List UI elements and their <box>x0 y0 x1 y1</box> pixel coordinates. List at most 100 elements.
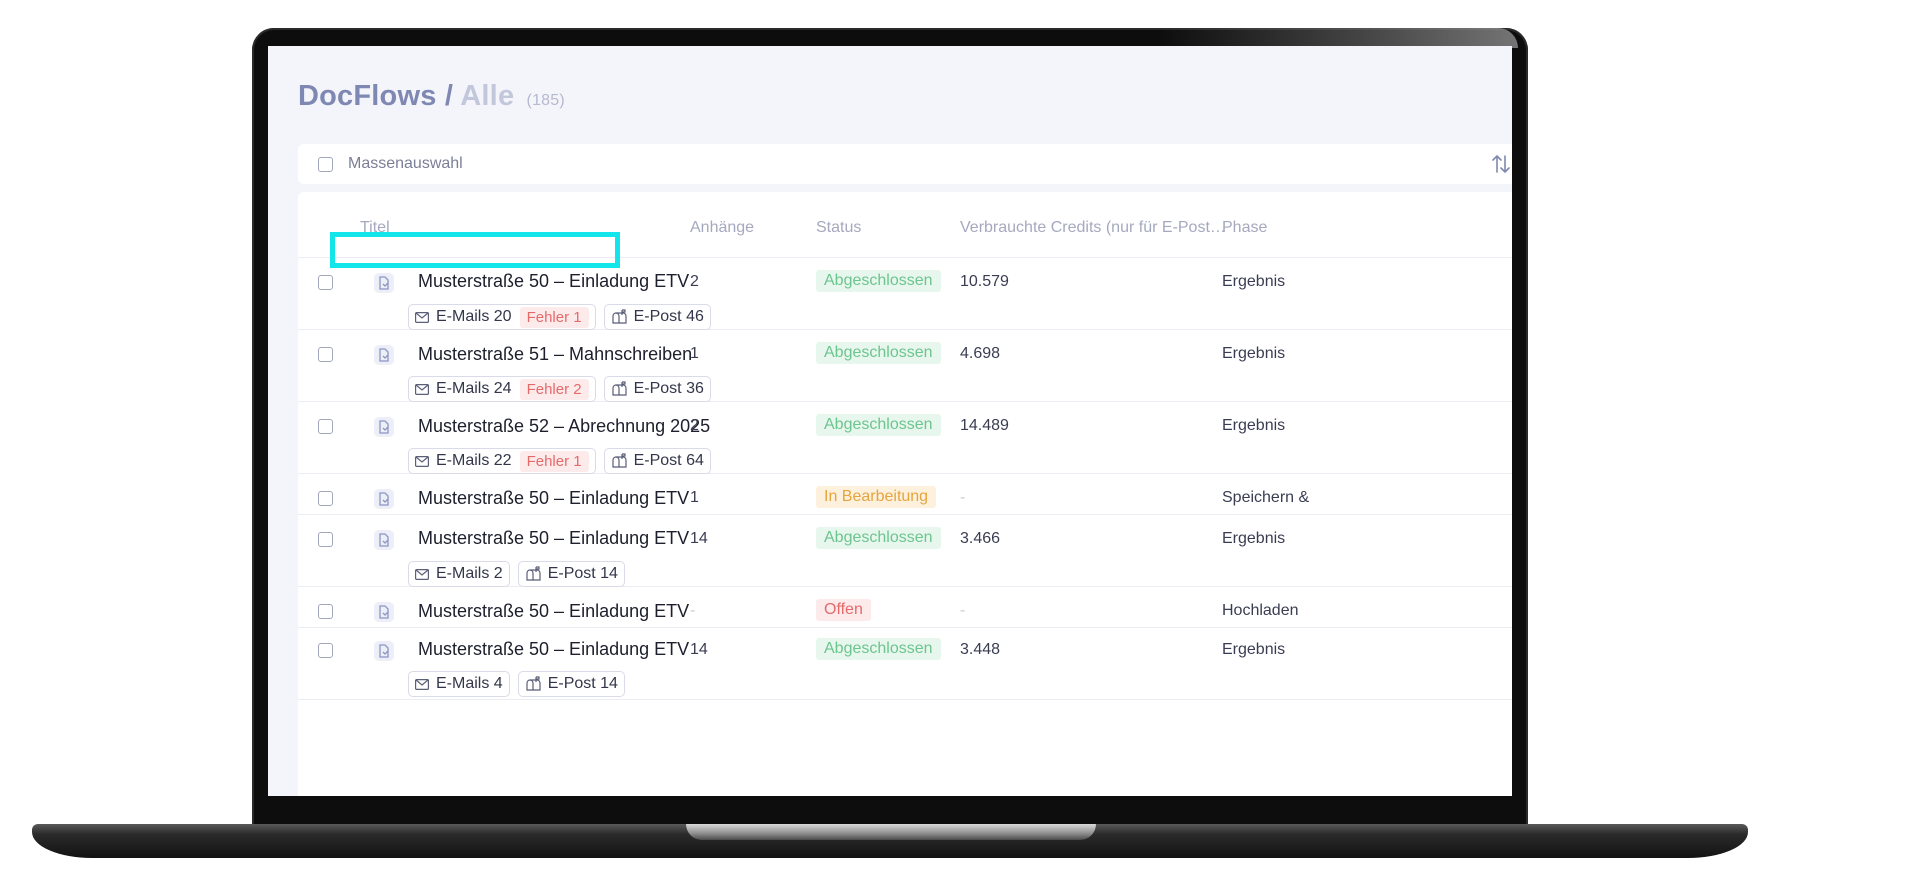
email-count: E-Mails 4 <box>436 675 503 692</box>
status-badge: In Bearbeitung <box>816 486 937 508</box>
status-badge: Abgeschlossen <box>816 342 941 364</box>
page-title: DocFlows / Alle (185) <box>298 80 565 113</box>
row-title[interactable]: Musterstraße 50 – Einladung ETV <box>418 488 689 509</box>
row-checkbox[interactable] <box>318 347 333 362</box>
email-chip[interactable]: E-Mails 20 Fehler 1 <box>408 304 596 330</box>
status-badge: Abgeschlossen <box>816 414 941 436</box>
epost-chip[interactable]: E-Post 46 <box>603 304 711 330</box>
status-badge: Abgeschlossen <box>816 638 941 660</box>
row-title[interactable]: Musterstraße 50 – Einladung ETV <box>418 639 689 660</box>
column-header-credits[interactable]: Verbrauchte Credits (nur für E-Post… <box>960 219 1226 237</box>
mass-select-label: Massenauswahl <box>348 155 463 172</box>
doc-flow-icon <box>374 641 394 661</box>
breadcrumb-docflows[interactable]: DocFlows <box>298 80 437 112</box>
row-chips: E-Mails 4 E-Post 14 <box>408 671 625 697</box>
epost-chip[interactable]: E-Post 64 <box>603 448 711 474</box>
credits-value: 3.448 <box>960 641 1001 658</box>
credits-value: 14.489 <box>960 417 1009 434</box>
row-title[interactable]: Musterstraße 50 – Einladung ETV <box>418 271 689 292</box>
row-title[interactable]: Musterstraße 50 – Einladung ETV <box>418 528 689 549</box>
table-row[interactable]: Musterstraße 52 – Abrechnung 2025 E-Mail… <box>298 402 1512 474</box>
mailbox-icon <box>612 309 627 324</box>
epost-count: E-Post 36 <box>633 380 704 397</box>
phase-value: Speichern & <box>1222 489 1310 506</box>
mass-select-bar: Massenauswahl <box>298 144 1512 184</box>
docflow-table: Titel Anhänge Status Verbrauchte Credits… <box>298 192 1512 796</box>
attachments-count: 14 <box>690 641 708 658</box>
error-badge: Fehler 1 <box>519 306 589 328</box>
credits-value: 4.698 <box>960 345 1001 362</box>
email-count: E-Mails 20 <box>436 308 512 325</box>
row-chips: E-Mails 2 E-Post 14 <box>408 561 625 587</box>
row-checkbox[interactable] <box>318 604 333 619</box>
email-chip[interactable]: E-Mails 4 <box>408 671 510 697</box>
mass-select-checkbox[interactable] <box>318 157 333 172</box>
row-chips: E-Mails 24 Fehler 2 E-Post 36 <box>408 376 711 402</box>
column-header-phase[interactable]: Phase <box>1222 219 1267 237</box>
row-chips: E-Mails 20 Fehler 1 E-Post 46 <box>408 304 711 330</box>
row-title[interactable]: Musterstraße 50 – Einladung ETV <box>418 601 689 622</box>
epost-count: E-Post 14 <box>547 675 618 692</box>
doc-flow-icon <box>374 345 394 365</box>
error-badge: Fehler 1 <box>519 450 589 472</box>
phase-value: Ergebnis <box>1222 530 1286 547</box>
total-count: (185) <box>526 92 565 109</box>
sort-icon[interactable] <box>1490 153 1512 175</box>
row-checkbox[interactable] <box>318 532 333 547</box>
mail-icon <box>415 383 429 395</box>
epost-count: E-Post 64 <box>633 452 704 469</box>
mailbox-icon <box>612 453 627 468</box>
mailbox-icon <box>612 381 627 396</box>
status-badge: Abgeschlossen <box>816 527 941 549</box>
credits-value: 10.579 <box>960 273 1009 290</box>
column-header-status[interactable]: Status <box>816 219 861 237</box>
row-title[interactable]: Musterstraße 52 – Abrechnung 2025 <box>418 416 710 437</box>
table-row[interactable]: Musterstraße 51 – Mahnschreiben E-Mails … <box>298 330 1512 402</box>
row-chips: E-Mails 22 Fehler 1 E-Post 64 <box>408 448 711 474</box>
mail-icon <box>415 568 429 580</box>
attachments-count: 1 <box>690 489 699 506</box>
doc-flow-icon <box>374 417 394 437</box>
email-chip[interactable]: E-Mails 24 Fehler 2 <box>408 376 596 402</box>
email-chip[interactable]: E-Mails 22 Fehler 1 <box>408 448 596 474</box>
doc-flow-icon <box>374 273 394 293</box>
doc-flow-icon <box>374 530 394 550</box>
phase-value: Ergebnis <box>1222 641 1286 658</box>
doc-flow-icon <box>374 489 394 509</box>
epost-chip[interactable]: E-Post 14 <box>517 671 625 697</box>
epost-chip[interactable]: E-Post 36 <box>603 376 711 402</box>
credits-value: - <box>960 602 966 619</box>
mail-icon <box>415 678 429 690</box>
app-screen: DocFlows / Alle (185) Massenauswahl Tite… <box>268 46 1512 796</box>
breadcrumb-current-view: Alle <box>460 80 515 112</box>
table-row[interactable]: Musterstraße 50 – Einladung ETV E-Mails … <box>298 515 1512 587</box>
epost-count: E-Post 14 <box>547 565 618 582</box>
attachments-count: 14 <box>690 530 708 547</box>
table-row[interactable]: Musterstraße 50 – Einladung ETV - Offen … <box>298 587 1512 628</box>
phase-value: Hochladen <box>1222 602 1299 619</box>
status-badge: Abgeschlossen <box>816 270 941 292</box>
table-row[interactable]: Musterstraße 50 – Einladung ETV E-Mails … <box>298 628 1512 700</box>
row-checkbox[interactable] <box>318 643 333 658</box>
row-checkbox[interactable] <box>318 275 333 290</box>
epost-chip[interactable]: E-Post 14 <box>517 561 625 587</box>
row-title[interactable]: Musterstraße 51 – Mahnschreiben <box>418 344 692 365</box>
column-header-title[interactable]: Titel <box>360 219 390 237</box>
email-chip[interactable]: E-Mails 2 <box>408 561 510 587</box>
email-count: E-Mails 24 <box>436 380 512 397</box>
mailbox-icon <box>526 566 541 581</box>
attachments-count: 2 <box>690 273 699 290</box>
row-checkbox[interactable] <box>318 419 333 434</box>
table-row[interactable]: Musterstraße 50 – Einladung ETV E-Mails … <box>298 258 1512 330</box>
epost-count: E-Post 46 <box>633 308 704 325</box>
mail-icon <box>415 455 429 467</box>
attachments-count: 1 <box>690 345 699 362</box>
credits-value: - <box>960 489 966 506</box>
column-header-attachments[interactable]: Anhänge <box>690 219 754 237</box>
credits-value: 3.466 <box>960 530 1001 547</box>
status-badge: Offen <box>816 599 871 621</box>
error-badge: Fehler 2 <box>519 378 589 400</box>
row-checkbox[interactable] <box>318 491 333 506</box>
table-row[interactable]: Musterstraße 50 – Einladung ETV 1 In Bea… <box>298 474 1512 515</box>
phase-value: Ergebnis <box>1222 417 1286 434</box>
